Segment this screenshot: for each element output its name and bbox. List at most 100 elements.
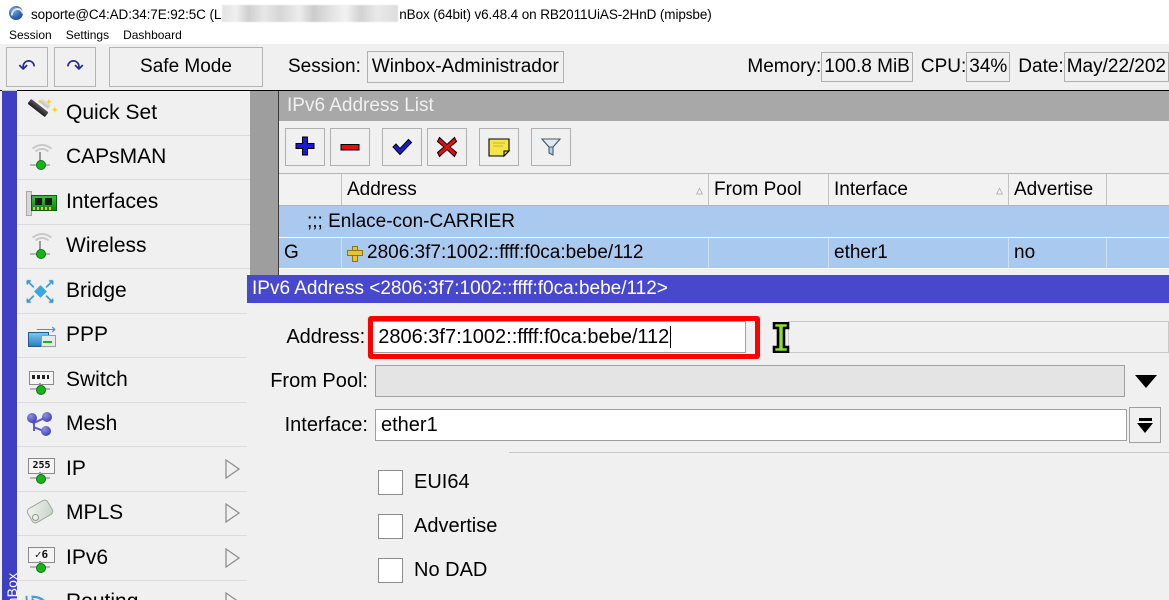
winbox-globe-icon bbox=[8, 5, 24, 21]
ipv6-address-table: Address ▵ From Pool Interface ▵ Advertis… bbox=[279, 173, 1169, 269]
sidebar-item-mesh[interactable]: Mesh bbox=[17, 403, 250, 448]
memory-value: 100.8 MiB bbox=[821, 52, 913, 82]
cross-icon bbox=[436, 136, 458, 158]
enable-button[interactable] bbox=[382, 128, 422, 166]
ipv6-address-dialog: Address: 2806:3f7:1002::ffff:f0ca:bebe/1… bbox=[247, 303, 1169, 600]
comment-button[interactable] bbox=[479, 128, 519, 166]
address-cross-icon bbox=[347, 246, 361, 260]
from-pool-input[interactable] bbox=[375, 365, 1125, 397]
sidebar-item-quick-set[interactable]: ✦ ✦ ✦ Quick Set bbox=[17, 91, 250, 136]
no-dad-checkbox-row[interactable]: No DAD bbox=[378, 558, 487, 583]
sidebar-item-interfaces[interactable]: Interfaces bbox=[17, 180, 250, 225]
chevron-right-icon bbox=[225, 459, 240, 479]
from-pool-label: From Pool: bbox=[247, 370, 375, 393]
interface-input[interactable]: ether1 bbox=[375, 409, 1127, 441]
filter-button[interactable] bbox=[531, 128, 571, 166]
cell-flags: G bbox=[279, 238, 342, 268]
sidebar-item-label: Quick Set bbox=[66, 101, 157, 125]
sidebar-item-ppp[interactable]: ⟶ PPP bbox=[17, 314, 250, 359]
column-header-advertise[interactable]: Advertise bbox=[1009, 174, 1107, 205]
chevron-down-icon bbox=[1137, 423, 1153, 433]
text-ibeam-cursor bbox=[770, 322, 792, 353]
cell-from-pool bbox=[709, 238, 829, 268]
sidebar-item-ip[interactable]: 255 IP bbox=[17, 447, 250, 492]
column-header-flags[interactable] bbox=[279, 174, 342, 205]
eui64-checkbox[interactable] bbox=[378, 470, 403, 495]
table-row[interactable]: G 2806:3f7:1002::ffff:f0ca:bebe/112 ethe… bbox=[279, 238, 1169, 269]
routing-arrows-icon: ⤷ ⤵ bbox=[23, 587, 57, 600]
ipv6-address-list-title: IPv6 Address List bbox=[287, 95, 434, 117]
advertise-checkbox-row[interactable]: Advertise bbox=[378, 514, 497, 539]
table-header-row: Address ▵ From Pool Interface ▵ Advertis… bbox=[279, 173, 1169, 206]
sidebar-item-label: Bridge bbox=[66, 279, 127, 303]
mpls-tag-icon bbox=[23, 498, 57, 528]
sidebar-menu: ✦ ✦ ✦ Quick Set CAPsMAN Interfaces bbox=[17, 91, 250, 600]
comment-note-icon bbox=[487, 136, 511, 158]
date-value: May/22/202 bbox=[1064, 52, 1169, 82]
chevron-right-icon bbox=[225, 503, 240, 523]
remove-button[interactable] bbox=[330, 128, 370, 166]
funnel-icon bbox=[540, 136, 562, 158]
eui64-checkbox-row[interactable]: EUI64 bbox=[378, 470, 470, 495]
sidebar-item-label: Switch bbox=[66, 368, 128, 392]
add-button[interactable] bbox=[285, 128, 325, 166]
sidebar-item-switch[interactable]: Switch bbox=[17, 358, 250, 403]
redo-button[interactable]: ↷ bbox=[54, 47, 96, 87]
menu-item-settings[interactable]: Settings bbox=[59, 27, 116, 43]
session-value[interactable]: Winbox-Administrador bbox=[367, 51, 564, 83]
plus-icon bbox=[294, 136, 316, 158]
sidebar-item-mpls[interactable]: MPLS bbox=[17, 492, 250, 537]
cell-interface: ether1 bbox=[829, 238, 1009, 268]
advertise-checkbox[interactable] bbox=[378, 514, 403, 539]
no-dad-checkbox[interactable] bbox=[378, 558, 403, 583]
column-header-label: Interface bbox=[834, 179, 908, 201]
column-header-from-pool[interactable]: From Pool bbox=[709, 174, 829, 205]
chevron-down-icon[interactable] bbox=[1135, 375, 1157, 388]
sidebar-item-routing[interactable]: ⤷ ⤵ Routing bbox=[17, 581, 250, 600]
cell-address-text: 2806:3f7:1002::ffff:f0ca:bebe/112 bbox=[367, 242, 643, 264]
cell-advertise: no bbox=[1009, 238, 1107, 268]
window-title-bar: soporte@C4:AD:34:7E:92:5C (LnBox (64bit)… bbox=[0, 0, 1169, 26]
table-comment-row[interactable]: ;;; Enlace-con-CARRIER bbox=[279, 206, 1169, 238]
disable-button[interactable] bbox=[427, 128, 467, 166]
undo-button[interactable]: ↶ bbox=[6, 47, 48, 87]
ipv6-address-list-titlebar: IPv6 Address List bbox=[279, 91, 1169, 121]
sidebar-item-label: Mesh bbox=[66, 412, 117, 436]
column-header-spacer bbox=[1107, 174, 1168, 205]
network-card-icon bbox=[23, 187, 57, 217]
status-indicators: Memory: 100.8 MiB CPU: 34% Date: May/22/… bbox=[739, 52, 1169, 82]
workspace-left-strip bbox=[250, 91, 279, 276]
sidebar-item-capsman[interactable]: CAPsMAN bbox=[17, 136, 250, 181]
winbox-window: soporte@C4:AD:34:7E:92:5C (LnBox (64bit)… bbox=[0, 0, 1169, 600]
address-input[interactable]: 2806:3f7:1002::ffff:f0ca:bebe/112 bbox=[372, 321, 745, 353]
sidebar-item-wireless[interactable]: Wireless bbox=[17, 225, 250, 270]
window-title: soporte@C4:AD:34:7E:92:5C (LnBox (64bit)… bbox=[31, 5, 712, 22]
session-label: Session: bbox=[288, 56, 361, 78]
memory-label: Memory: bbox=[747, 56, 821, 78]
dropdown-bar-icon bbox=[1139, 418, 1152, 421]
sidebar-item-bridge[interactable]: ↖ ↗ ↙ ↘ Bridge bbox=[17, 269, 250, 314]
sidebar-item-label: CAPsMAN bbox=[66, 145, 166, 169]
check-icon bbox=[391, 136, 413, 158]
column-header-address[interactable]: Address ▵ bbox=[342, 174, 709, 205]
menu-item-session[interactable]: Session bbox=[2, 27, 59, 43]
bridge-arrows-icon: ↖ ↗ ↙ ↘ bbox=[23, 276, 57, 306]
interface-field-row: Interface: ether1 bbox=[247, 407, 1169, 443]
ip-255-icon: 255 bbox=[23, 454, 57, 484]
interface-dropdown-button[interactable] bbox=[1129, 407, 1161, 443]
from-pool-field-row: From Pool: bbox=[247, 365, 1169, 397]
sidebar-item-ipv6[interactable]: ✓6 IPv6 bbox=[17, 536, 250, 581]
address-input-value: 2806:3f7:1002::ffff:f0ca:bebe/112 bbox=[378, 326, 669, 349]
redacted-title-segment bbox=[222, 5, 398, 22]
ppp-screens-icon: ⟶ bbox=[23, 320, 57, 350]
menu-item-dashboard[interactable]: Dashboard bbox=[116, 27, 189, 43]
sidebar-item-label: IP bbox=[66, 457, 86, 481]
minus-icon bbox=[339, 136, 361, 158]
column-header-interface[interactable]: Interface ▵ bbox=[829, 174, 1009, 205]
sidebar-item-label: Wireless bbox=[66, 234, 147, 258]
mesh-nodes-icon bbox=[23, 409, 57, 439]
window-title-prefix: soporte@C4:AD:34:7E:92:5C (L bbox=[31, 7, 221, 22]
interface-label: Interface: bbox=[247, 414, 375, 437]
safe-mode-button[interactable]: Safe Mode bbox=[109, 47, 263, 87]
address-overflow-area bbox=[788, 321, 1169, 353]
